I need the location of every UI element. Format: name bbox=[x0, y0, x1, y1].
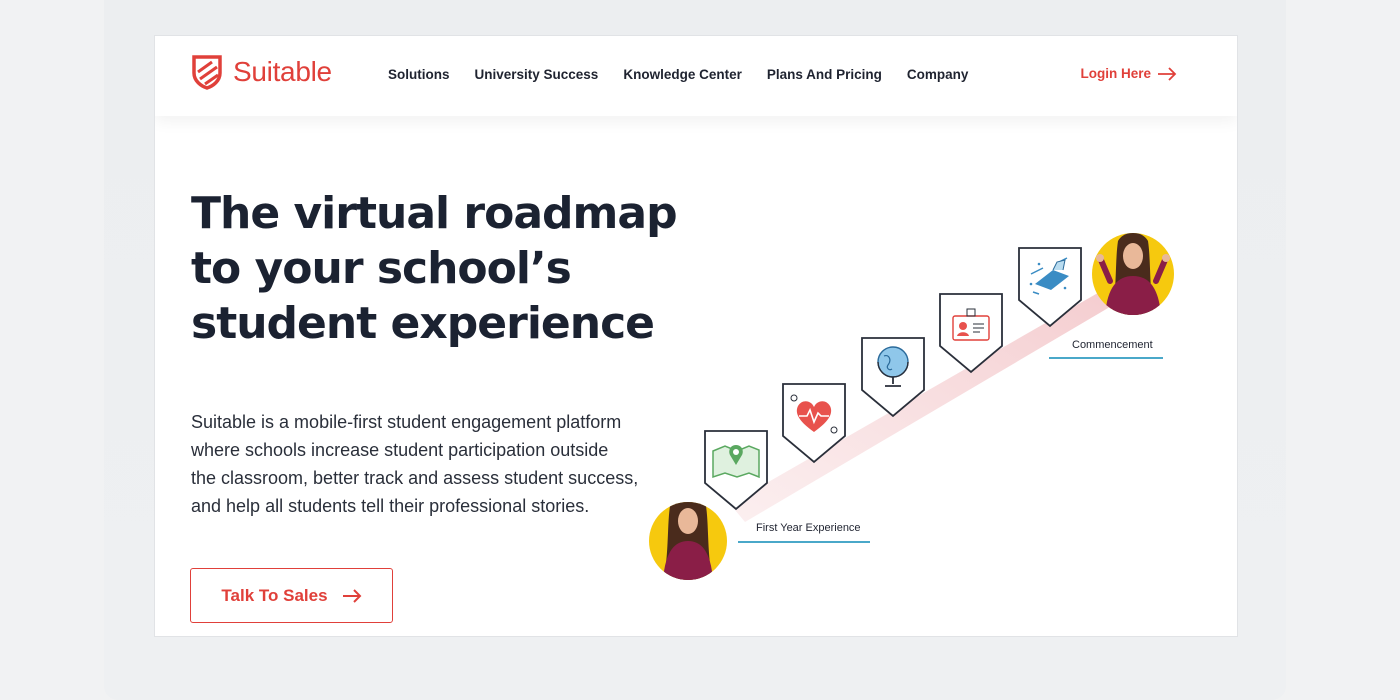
id-card-icon bbox=[939, 293, 1003, 374]
headline-line: The virtual roadmap bbox=[191, 188, 678, 239]
heart-icon bbox=[782, 383, 846, 464]
nav-item-plans-and-pricing[interactable]: Plans And Pricing bbox=[767, 67, 882, 82]
main-menu: Solutions University Success Knowledge C… bbox=[388, 67, 993, 82]
description-line: Suitable is a mobile-first student engag… bbox=[191, 412, 622, 432]
commencement-label: Commencement bbox=[1072, 339, 1153, 351]
map-icon bbox=[704, 430, 768, 511]
nav-item-solutions[interactable]: Solutions bbox=[388, 67, 450, 82]
logo-text: Suitable bbox=[233, 56, 332, 87]
description-line: the classroom, better track and assess s… bbox=[191, 468, 639, 488]
description-line: where schools increase student participa… bbox=[191, 440, 609, 460]
roadmap-path bbox=[730, 286, 1120, 522]
graduation-cap-icon bbox=[1018, 247, 1082, 328]
nav-item-company[interactable]: Company bbox=[907, 67, 969, 82]
talk-to-sales-button[interactable]: Talk To Sales bbox=[190, 568, 393, 623]
first-year-label: First Year Experience bbox=[756, 522, 861, 534]
hero-headline: The virtual roadmap to your school’s stu… bbox=[191, 186, 691, 351]
login-link[interactable]: Login Here bbox=[1080, 66, 1177, 81]
top-navigation: Suitable Solutions University Success Kn… bbox=[155, 36, 1237, 116]
headline-line: student experience bbox=[191, 298, 655, 349]
shield-logo-icon bbox=[192, 55, 222, 90]
arrow-right-icon bbox=[1158, 66, 1177, 81]
nav-item-university-success[interactable]: University Success bbox=[475, 67, 599, 82]
globe-icon bbox=[861, 337, 925, 418]
headline-line: to your school’s bbox=[191, 243, 572, 294]
website-screenshot: Suitable Solutions University Success Kn… bbox=[154, 35, 1238, 637]
student-avatar-end bbox=[1092, 233, 1174, 315]
login-label: Login Here bbox=[1080, 66, 1151, 81]
nav-item-knowledge-center[interactable]: Knowledge Center bbox=[623, 67, 742, 82]
arrow-right-icon bbox=[342, 588, 361, 603]
description-line: and help all students tell their profess… bbox=[191, 496, 590, 516]
hero-description: Suitable is a mobile-first student engag… bbox=[191, 408, 701, 520]
cta-label: Talk To Sales bbox=[221, 585, 328, 605]
logo[interactable]: Suitable bbox=[191, 54, 332, 90]
